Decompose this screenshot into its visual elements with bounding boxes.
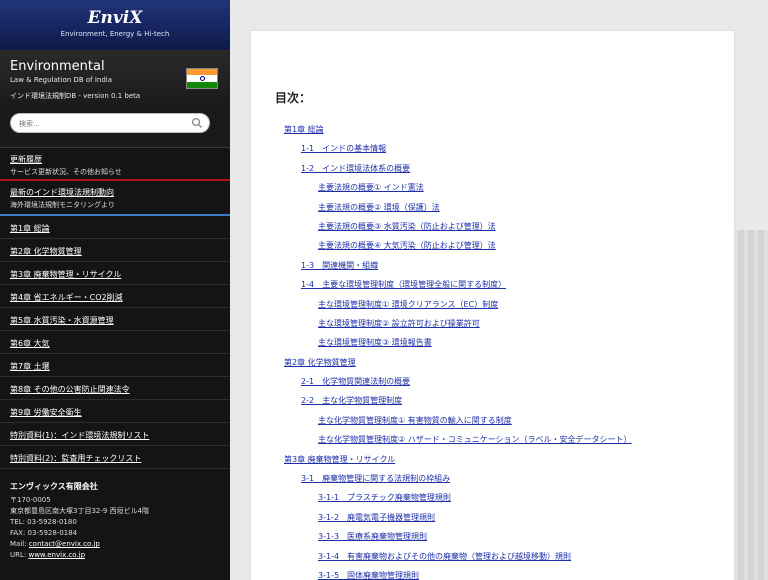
mail-link[interactable]: contact@envix.co.jp (29, 540, 100, 548)
nav-item-chapter-9[interactable]: 第9章 労働安全衛生 (0, 400, 230, 423)
company-tel: TEL: 03-5928-0180 (10, 518, 77, 526)
search-input[interactable] (19, 118, 189, 129)
url-link[interactable]: www.envix.co.jp (28, 551, 85, 559)
toc-list: 第1章 総論 1-1 インドの基本情報 1-2 インド環境法体系の概要 主要法規の概要… (251, 125, 736, 580)
company-mail-line: Mail: contact@envix.co.jp (10, 539, 230, 550)
search-icon[interactable] (191, 117, 203, 129)
company-fax: FAX: 03-5928-0184 (10, 529, 78, 537)
url-label: URL: (10, 551, 29, 559)
toc-link[interactable]: 3-1-5 固体廃棄物管理規則 (251, 571, 736, 580)
chapter-nav: 第1章 総論 第2章 化学物質管理 第3章 廃棄物管理・リサイクル 第4章 省エ… (0, 216, 230, 469)
nav-item-chapter-6[interactable]: 第6章 大気 (0, 331, 230, 354)
nav-item-special-1[interactable]: 特別資料(1)：インド環境法規制リスト (0, 423, 230, 446)
toc-link[interactable]: 2-1 化学物質関連法制の概要 (251, 377, 736, 396)
nav-item-chapter-7[interactable]: 第7章 土壌 (0, 354, 230, 377)
news-title[interactable]: 更新履歴 (10, 154, 230, 165)
toc-link[interactable]: 主な環境管理制度③ 環境報告書 (251, 338, 736, 357)
company-info: エンヴィックス有限会社 〒170-0005 東京都豊島区南大塚3丁目32-9 西… (0, 469, 230, 561)
india-flag-icon (186, 68, 218, 89)
toc-link[interactable]: 1-1 インドの基本情報 (251, 144, 736, 163)
toc-link[interactable]: 1-4 主要な環境管理制度（環境管理全般に関する制度） (251, 280, 736, 299)
toc-link[interactable]: 1-2 インド環境法体系の概要 (251, 164, 736, 183)
news-title[interactable]: 最新のインド環境法規制動向 (10, 187, 230, 198)
toc-link[interactable]: 1-3 関連機関・組織 (251, 261, 736, 280)
toc-link[interactable]: 第1章 総論 (251, 125, 736, 144)
toc-link[interactable]: 3-1-4 有害廃棄物およびその他の廃棄物（管理および越境移動）規則 (251, 552, 736, 571)
sidebar: EnviX Environment, Energy & Hi-tech Envi… (0, 0, 230, 580)
nav-item-chapter-2[interactable]: 第2章 化学物質管理 (0, 239, 230, 262)
toc-link[interactable]: 主な環境管理制度① 環境クリアランス（EC）制度 (251, 300, 736, 319)
app-title-box: Environmental Law & Regulation DB of Ind… (0, 50, 230, 107)
toc-link[interactable]: 3-1-3 医療系廃棄物管理規則 (251, 532, 736, 551)
news-item-trends[interactable]: 最新のインド環境法規制動向 海外環境法規制モニタリングより (0, 181, 230, 216)
toc-link[interactable]: 主な化学物質管理制度② ハザード・コミュニケーション（ラベル・安全データシート） (251, 435, 736, 454)
brand-tagline: Environment, Energy & Hi-tech (60, 30, 170, 38)
toc-link[interactable]: 主要法規の概要④ 大気汚染（防止および管理）法 (251, 241, 736, 260)
toc-link[interactable]: 3-1-2 廃電気電子機器管理規則 (251, 513, 736, 532)
app-version: インド環境法規制DB - version 0.1 beta (10, 92, 141, 100)
search-box[interactable] (10, 113, 210, 133)
toc-link[interactable]: 主要法規の概要② 環境（保護）法 (251, 203, 736, 222)
company-url-line: URL: www.envix.co.jp (10, 550, 230, 561)
brand-logo: EnviX (87, 8, 143, 28)
toc-link[interactable]: 第3章 廃棄物管理・リサイクル (251, 455, 736, 474)
nav-item-chapter-3[interactable]: 第3章 廃棄物管理・リサイクル (0, 262, 230, 285)
toc-heading: 目次： (275, 91, 312, 105)
toc-link[interactable]: 3-1 廃棄物管理に関する法規制の枠組み (251, 474, 736, 493)
brand-banner[interactable]: EnviX Environment, Energy & Hi-tech (0, 0, 230, 50)
search-area (0, 107, 230, 147)
nav-item-chapter-1[interactable]: 第1章 総論 (0, 216, 230, 239)
toc-link[interactable]: 主要法規の概要① インド憲法 (251, 183, 736, 202)
toc-link[interactable]: 主な環境管理制度② 設立許可および操業許可 (251, 319, 736, 338)
company-address: 東京都豊島区南大塚3丁目32-9 西垣ビル4階 (10, 507, 150, 515)
main-content: 目次： 第1章 総論 1-1 インドの基本情報 1-2 インド環境法体系の概要 主要法… (230, 0, 768, 580)
toc-card: 目次： 第1章 総論 1-1 インドの基本情報 1-2 インド環境法体系の概要 主要法… (250, 30, 735, 580)
nav-item-special-2[interactable]: 特別資料(2)：監査用チェックリスト (0, 446, 230, 469)
nav-item-chapter-4[interactable]: 第4章 省エネルギー・CO2削減 (0, 285, 230, 308)
news-item-updates[interactable]: 更新履歴 サービス更新状況、その他お知らせ (0, 148, 230, 181)
mail-label: Mail: (10, 540, 29, 548)
toc-link[interactable]: 主要法規の概要③ 水質汚染（防止および管理）法 (251, 222, 736, 241)
nav-item-chapter-8[interactable]: 第8章 その他の公害防止関連法令 (0, 377, 230, 400)
nav-item-chapter-5[interactable]: 第5章 水質汚染・水資源管理 (0, 308, 230, 331)
news-subtitle: サービス更新状況、その他お知らせ (10, 168, 122, 176)
toc-link[interactable]: 第2章 化学物質管理 (251, 358, 736, 377)
toc-link[interactable]: 3-1-1 プラスチック廃棄物管理規則 (251, 493, 736, 512)
toc-link[interactable]: 2-2 主な化学物質管理制度 (251, 396, 736, 415)
news-subtitle: 海外環境法規制モニタリングより (10, 201, 115, 209)
toc-link[interactable]: 主な化学物質管理制度① 有害物質の輸入に関する制度 (251, 416, 736, 435)
company-name: エンヴィックス有限会社 (10, 482, 98, 491)
company-postal: 〒170-0005 (10, 496, 51, 504)
